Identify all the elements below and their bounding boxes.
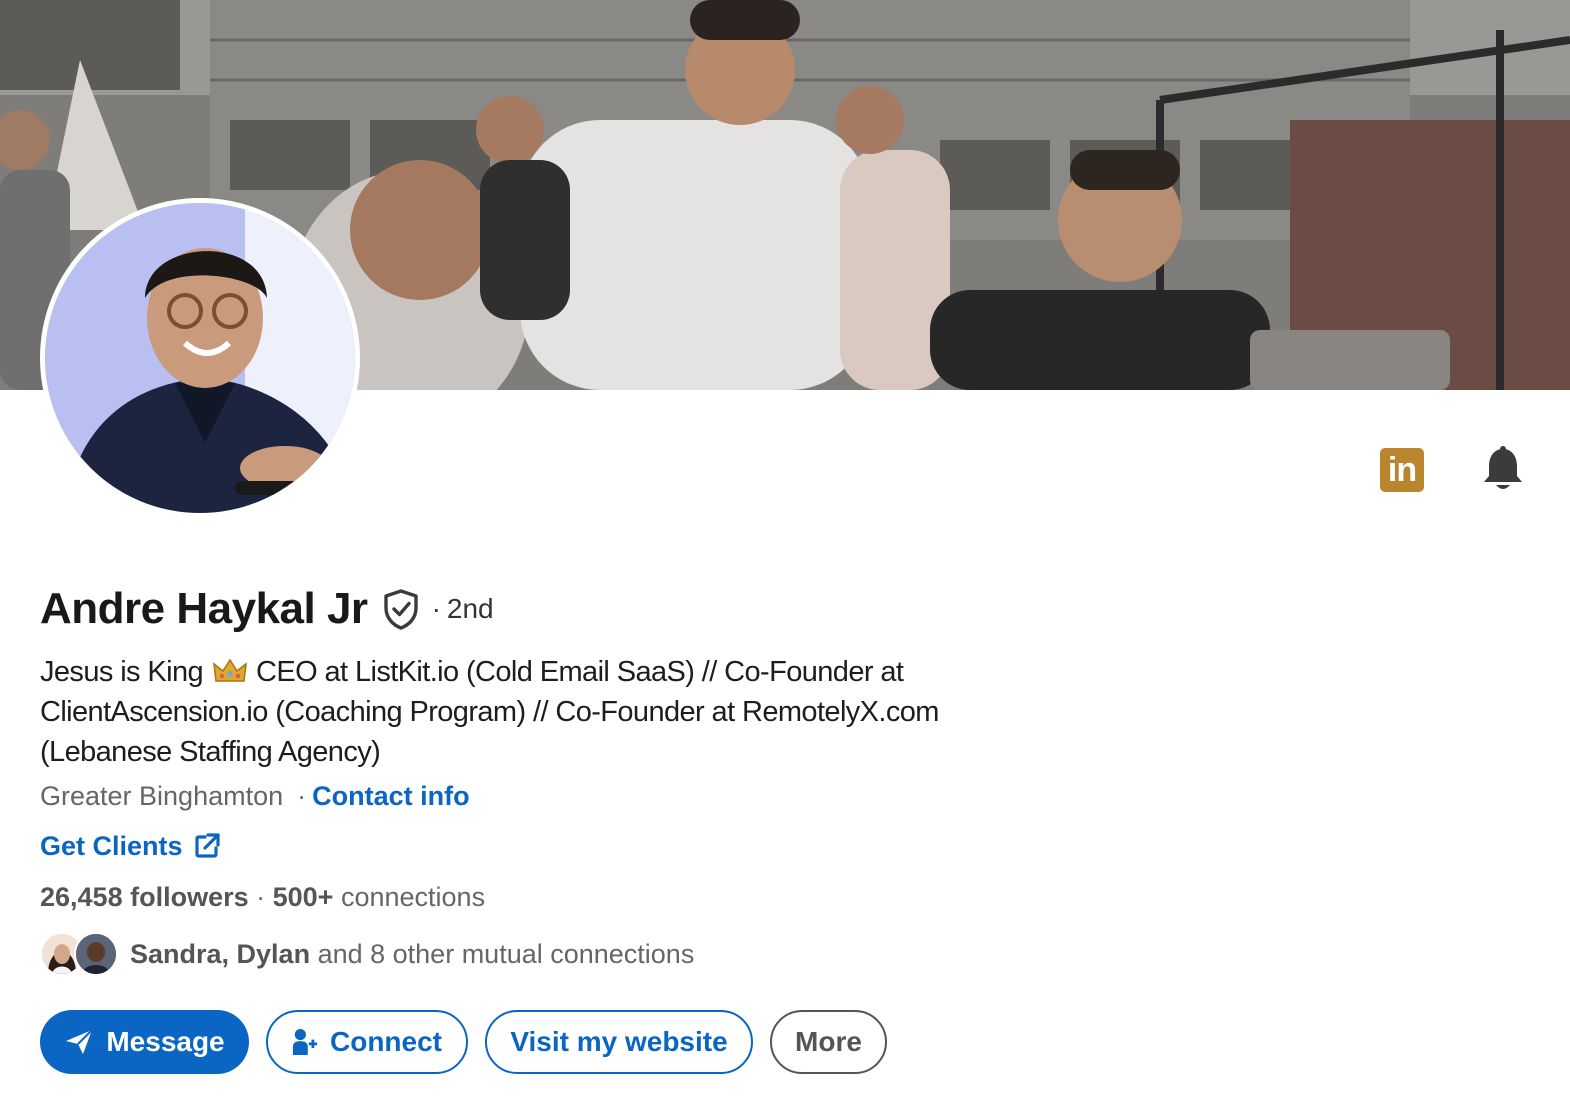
mutual-text: Sandra, Dylan and 8 other mutual connect… [130, 939, 694, 970]
connections-count[interactable]: 500+ [273, 882, 334, 912]
external-link-icon [194, 833, 220, 858]
linkedin-badge-label: in [1387, 451, 1417, 489]
connection-degree: · 2nd [431, 593, 494, 624]
mutual-names: Sandra, Dylan [130, 938, 311, 969]
followers-count[interactable]: 26,458 followers [40, 882, 249, 912]
message-button-label: Message [106, 1026, 225, 1057]
verified-shield-icon[interactable] [382, 588, 420, 630]
connect-button[interactable]: Connect [266, 1010, 468, 1074]
mutual-avatars [40, 930, 124, 978]
bell-icon[interactable] [1481, 446, 1525, 492]
profile-page: in Andre Haykal Jr · 2nd Jesus is King CE… [0, 0, 1570, 1118]
mutual-connections[interactable]: Sandra, Dylan and 8 other mutual connect… [40, 930, 694, 978]
crown-icon [212, 658, 247, 682]
send-icon [66, 1029, 94, 1054]
profile-actions: Message Connect Visit my website More [40, 1010, 887, 1074]
linkedin-icon[interactable]: in [1380, 448, 1424, 492]
profile-name: Andre Haykal Jr [40, 584, 368, 633]
website-link-label: Get Clients [40, 831, 183, 861]
connections-label: connections [340, 882, 486, 912]
headline: Jesus is King CEO at ListKit.io (Cold Em… [40, 652, 980, 772]
connect-button-label: Connect [330, 1026, 442, 1057]
contact-info-link[interactable]: Contact info [312, 781, 469, 811]
add-person-icon [292, 1029, 318, 1055]
visit-website-button[interactable]: Visit my website [485, 1010, 753, 1074]
website-link[interactable]: Get Clients [40, 828, 221, 864]
degree-label: 2nd [446, 593, 494, 624]
message-button[interactable]: Message [40, 1010, 249, 1074]
location-text: Greater Binghamton [40, 781, 284, 811]
visit-website-label: Visit my website [510, 1026, 728, 1057]
mutual-avatar-dylan [74, 932, 118, 976]
location-row: Greater Binghamton · Contact info [40, 781, 470, 811]
stats-separator: · [256, 882, 273, 912]
headline-start: Jesus is King [40, 656, 204, 688]
profile-avatar[interactable] [40, 198, 360, 518]
more-button-label: More [795, 1026, 862, 1057]
more-button[interactable]: More [770, 1010, 887, 1074]
stats-row: 26,458 followers · 500+ connections [40, 879, 485, 915]
name-row: Andre Haykal Jr · 2nd [40, 584, 494, 634]
mutual-suffix: and 8 other mutual connections [317, 938, 695, 969]
